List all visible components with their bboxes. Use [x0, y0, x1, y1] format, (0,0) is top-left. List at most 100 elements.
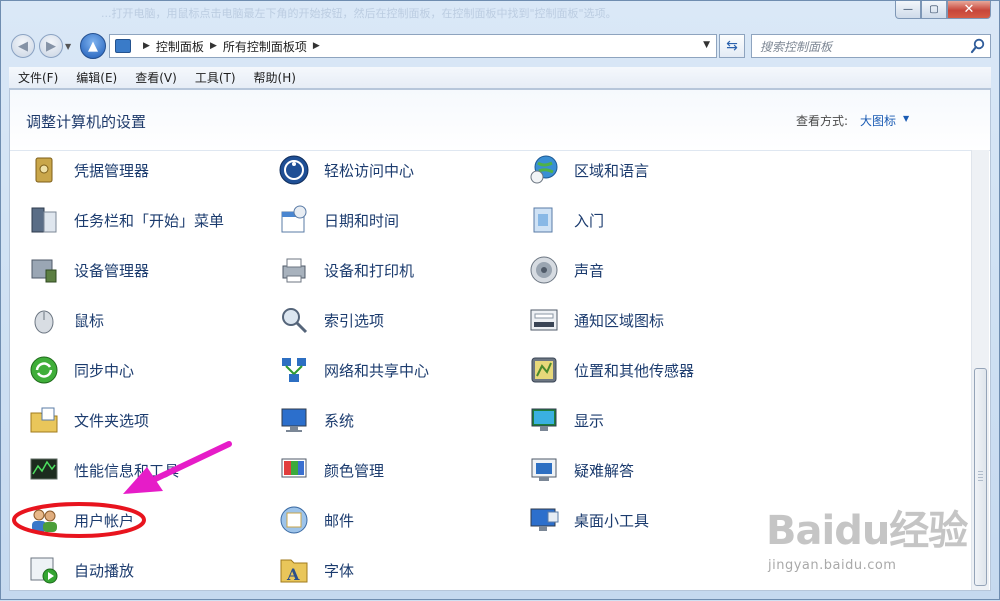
cp-item-label: 通知区域图标: [574, 311, 665, 330]
cp-item-taskbar[interactable]: 任务栏和「开始」菜单: [28, 200, 224, 240]
performance-icon: [28, 454, 60, 486]
up-level-button[interactable]: ▲: [80, 33, 106, 59]
chevron-down-icon[interactable]: ▼: [903, 114, 909, 123]
color-management-icon: [278, 454, 310, 486]
region-language-icon: [528, 154, 560, 186]
cp-item-indexing[interactable]: 索引选项: [278, 300, 384, 340]
cp-item-mouse[interactable]: 鼠标: [28, 300, 104, 340]
caption-background-text: ...打开电脑，用鼠标点击电脑最左下角的开始按钮，然后在控制面板，在控制面板中找…: [101, 7, 617, 20]
mouse-icon: [28, 304, 60, 336]
troubleshooting-icon: [528, 454, 560, 486]
watermark-url: jingyan.baidu.com: [768, 558, 897, 573]
cp-item-label: 区域和语言: [574, 161, 650, 180]
refresh-icon: ⇆: [726, 38, 738, 54]
baidu-watermark: Baidu经验 jingyan.baidu.com: [766, 498, 996, 580]
address-bar[interactable]: ▶ 控制面板 ▶ 所有控制面板项 ▶ ▼: [109, 34, 717, 58]
cp-item-sound[interactable]: 声音: [528, 250, 604, 290]
cp-item-label: 邮件: [324, 511, 355, 530]
cp-item-label: 用户帐户: [74, 511, 135, 530]
cp-item-label: 入门: [574, 211, 605, 230]
breadcrumb-separator-icon[interactable]: ▶: [210, 41, 217, 51]
control-panel-window: ...打开电脑，用鼠标点击电脑最左下角的开始按钮，然后在控制面板，在控制面板中找…: [0, 0, 1000, 600]
cp-item-date-time[interactable]: 日期和时间: [278, 200, 399, 240]
cp-item-label: 文件夹选项: [74, 411, 150, 430]
breadcrumb-control-panel[interactable]: 控制面板: [156, 38, 204, 55]
menu-edit[interactable]: 编辑(E): [67, 69, 126, 86]
network-icon: [278, 354, 310, 386]
date-time-icon: [278, 204, 310, 236]
cp-item-label: 字体: [324, 561, 355, 580]
address-dropdown-icon[interactable]: ▼: [703, 40, 710, 50]
back-button[interactable]: ◀: [11, 34, 35, 58]
search-input[interactable]: [752, 35, 972, 59]
svg-text:A: A: [286, 565, 300, 584]
system-icon: [278, 404, 310, 436]
indexing-icon: [278, 304, 310, 336]
cp-item-label: 设备和打印机: [324, 261, 415, 280]
cp-item-folder-options[interactable]: 文件夹选项: [28, 400, 149, 440]
breadcrumb-separator-icon[interactable]: ▶: [313, 41, 320, 51]
cp-item-label: 疑难解答: [574, 461, 635, 480]
cp-item-label: 同步中心: [74, 361, 135, 380]
arrow-left-icon: ◀: [18, 38, 28, 54]
view-by-dropdown[interactable]: 大图标: [860, 112, 896, 129]
arrow-right-icon: ▶: [46, 38, 56, 54]
cp-item-fonts[interactable]: A 字体: [278, 550, 354, 590]
cp-item-region-language[interactable]: 区域和语言: [528, 150, 649, 190]
search-box[interactable]: [751, 34, 991, 59]
cp-item-network[interactable]: 网络和共享中心: [278, 350, 429, 390]
refresh-button[interactable]: ⇆: [719, 34, 745, 58]
cp-item-device-manager[interactable]: 设备管理器: [28, 250, 149, 290]
cp-item-label: 网络和共享中心: [324, 361, 430, 380]
cp-item-printer[interactable]: 设备和打印机: [278, 250, 414, 290]
menu-bar: 文件(F) 编辑(E) 查看(V) 工具(T) 帮助(H): [9, 67, 991, 89]
cp-item-label: 声音: [574, 261, 605, 280]
cp-item-getting-started[interactable]: 入门: [528, 200, 604, 240]
ease-of-access-icon: [278, 154, 310, 186]
maximize-button[interactable]: ▢: [921, 1, 947, 19]
title-bar[interactable]: ...打开电脑，用鼠标点击电脑最左下角的开始按钮，然后在控制面板，在控制面板中找…: [1, 1, 999, 29]
cp-item-autoplay[interactable]: 自动播放: [28, 550, 134, 590]
minimize-button[interactable]: —: [895, 1, 921, 19]
cp-item-label: 自动播放: [74, 561, 135, 580]
folder-options-icon: [28, 404, 60, 436]
cp-item-label: 日期和时间: [324, 211, 400, 230]
cp-item-label: 设备管理器: [74, 261, 150, 280]
breadcrumb-separator-icon[interactable]: ▶: [143, 41, 150, 51]
sync-center-icon: [28, 354, 60, 386]
cp-item-label: 鼠标: [74, 311, 105, 330]
cp-item-troubleshooting[interactable]: 疑难解答: [528, 450, 634, 490]
menu-help[interactable]: 帮助(H): [245, 69, 305, 86]
cp-item-location-sensor[interactable]: 位置和其他传感器: [528, 350, 694, 390]
baidu-logo: Baidu经验: [766, 508, 968, 554]
cp-item-label: 位置和其他传感器: [574, 361, 695, 380]
cp-item-notification-area[interactable]: 通知区域图标: [528, 300, 664, 340]
search-icon[interactable]: [970, 37, 986, 55]
forward-button[interactable]: ▶: [39, 34, 63, 58]
getting-started-icon: [528, 204, 560, 236]
close-button[interactable]: ✕: [947, 1, 991, 19]
cp-item-label: 索引选项: [324, 311, 385, 330]
cp-item-system[interactable]: 系统: [278, 400, 354, 440]
cp-item-sync-center[interactable]: 同步中心: [28, 350, 134, 390]
cp-item-desktop-gadgets[interactable]: 桌面小工具: [528, 500, 649, 540]
breadcrumb-all-items[interactable]: 所有控制面板项: [223, 38, 307, 55]
cp-item-mail[interactable]: 邮件: [278, 500, 354, 540]
menu-view[interactable]: 查看(V): [126, 69, 186, 86]
recent-pages-dropdown[interactable]: ▼: [65, 42, 71, 51]
navigation-bar: ◀ ▶ ▼ ▲ ▶ 控制面板 ▶ 所有控制面板项 ▶ ▼ ⇆: [1, 31, 999, 63]
printer-icon: [278, 254, 310, 286]
cp-item-label: 显示: [574, 411, 605, 430]
cp-item-performance[interactable]: 性能信息和工具: [28, 450, 179, 490]
cp-item-color-management[interactable]: 颜色管理: [278, 450, 384, 490]
menu-tools[interactable]: 工具(T): [186, 69, 245, 86]
cp-item-ease-of-access[interactable]: 轻松访问中心: [278, 150, 414, 190]
menu-file[interactable]: 文件(F): [9, 69, 67, 86]
fonts-icon: A: [278, 554, 310, 586]
cp-item-label: 桌面小工具: [574, 511, 650, 530]
control-panel-icon: [115, 39, 131, 53]
cp-item-label: 任务栏和「开始」菜单: [74, 211, 225, 230]
cp-item-user-accounts[interactable]: 用户帐户: [28, 500, 134, 540]
cp-item-credential-manager[interactable]: 凭据管理器: [28, 150, 149, 190]
cp-item-display[interactable]: 显示: [528, 400, 604, 440]
